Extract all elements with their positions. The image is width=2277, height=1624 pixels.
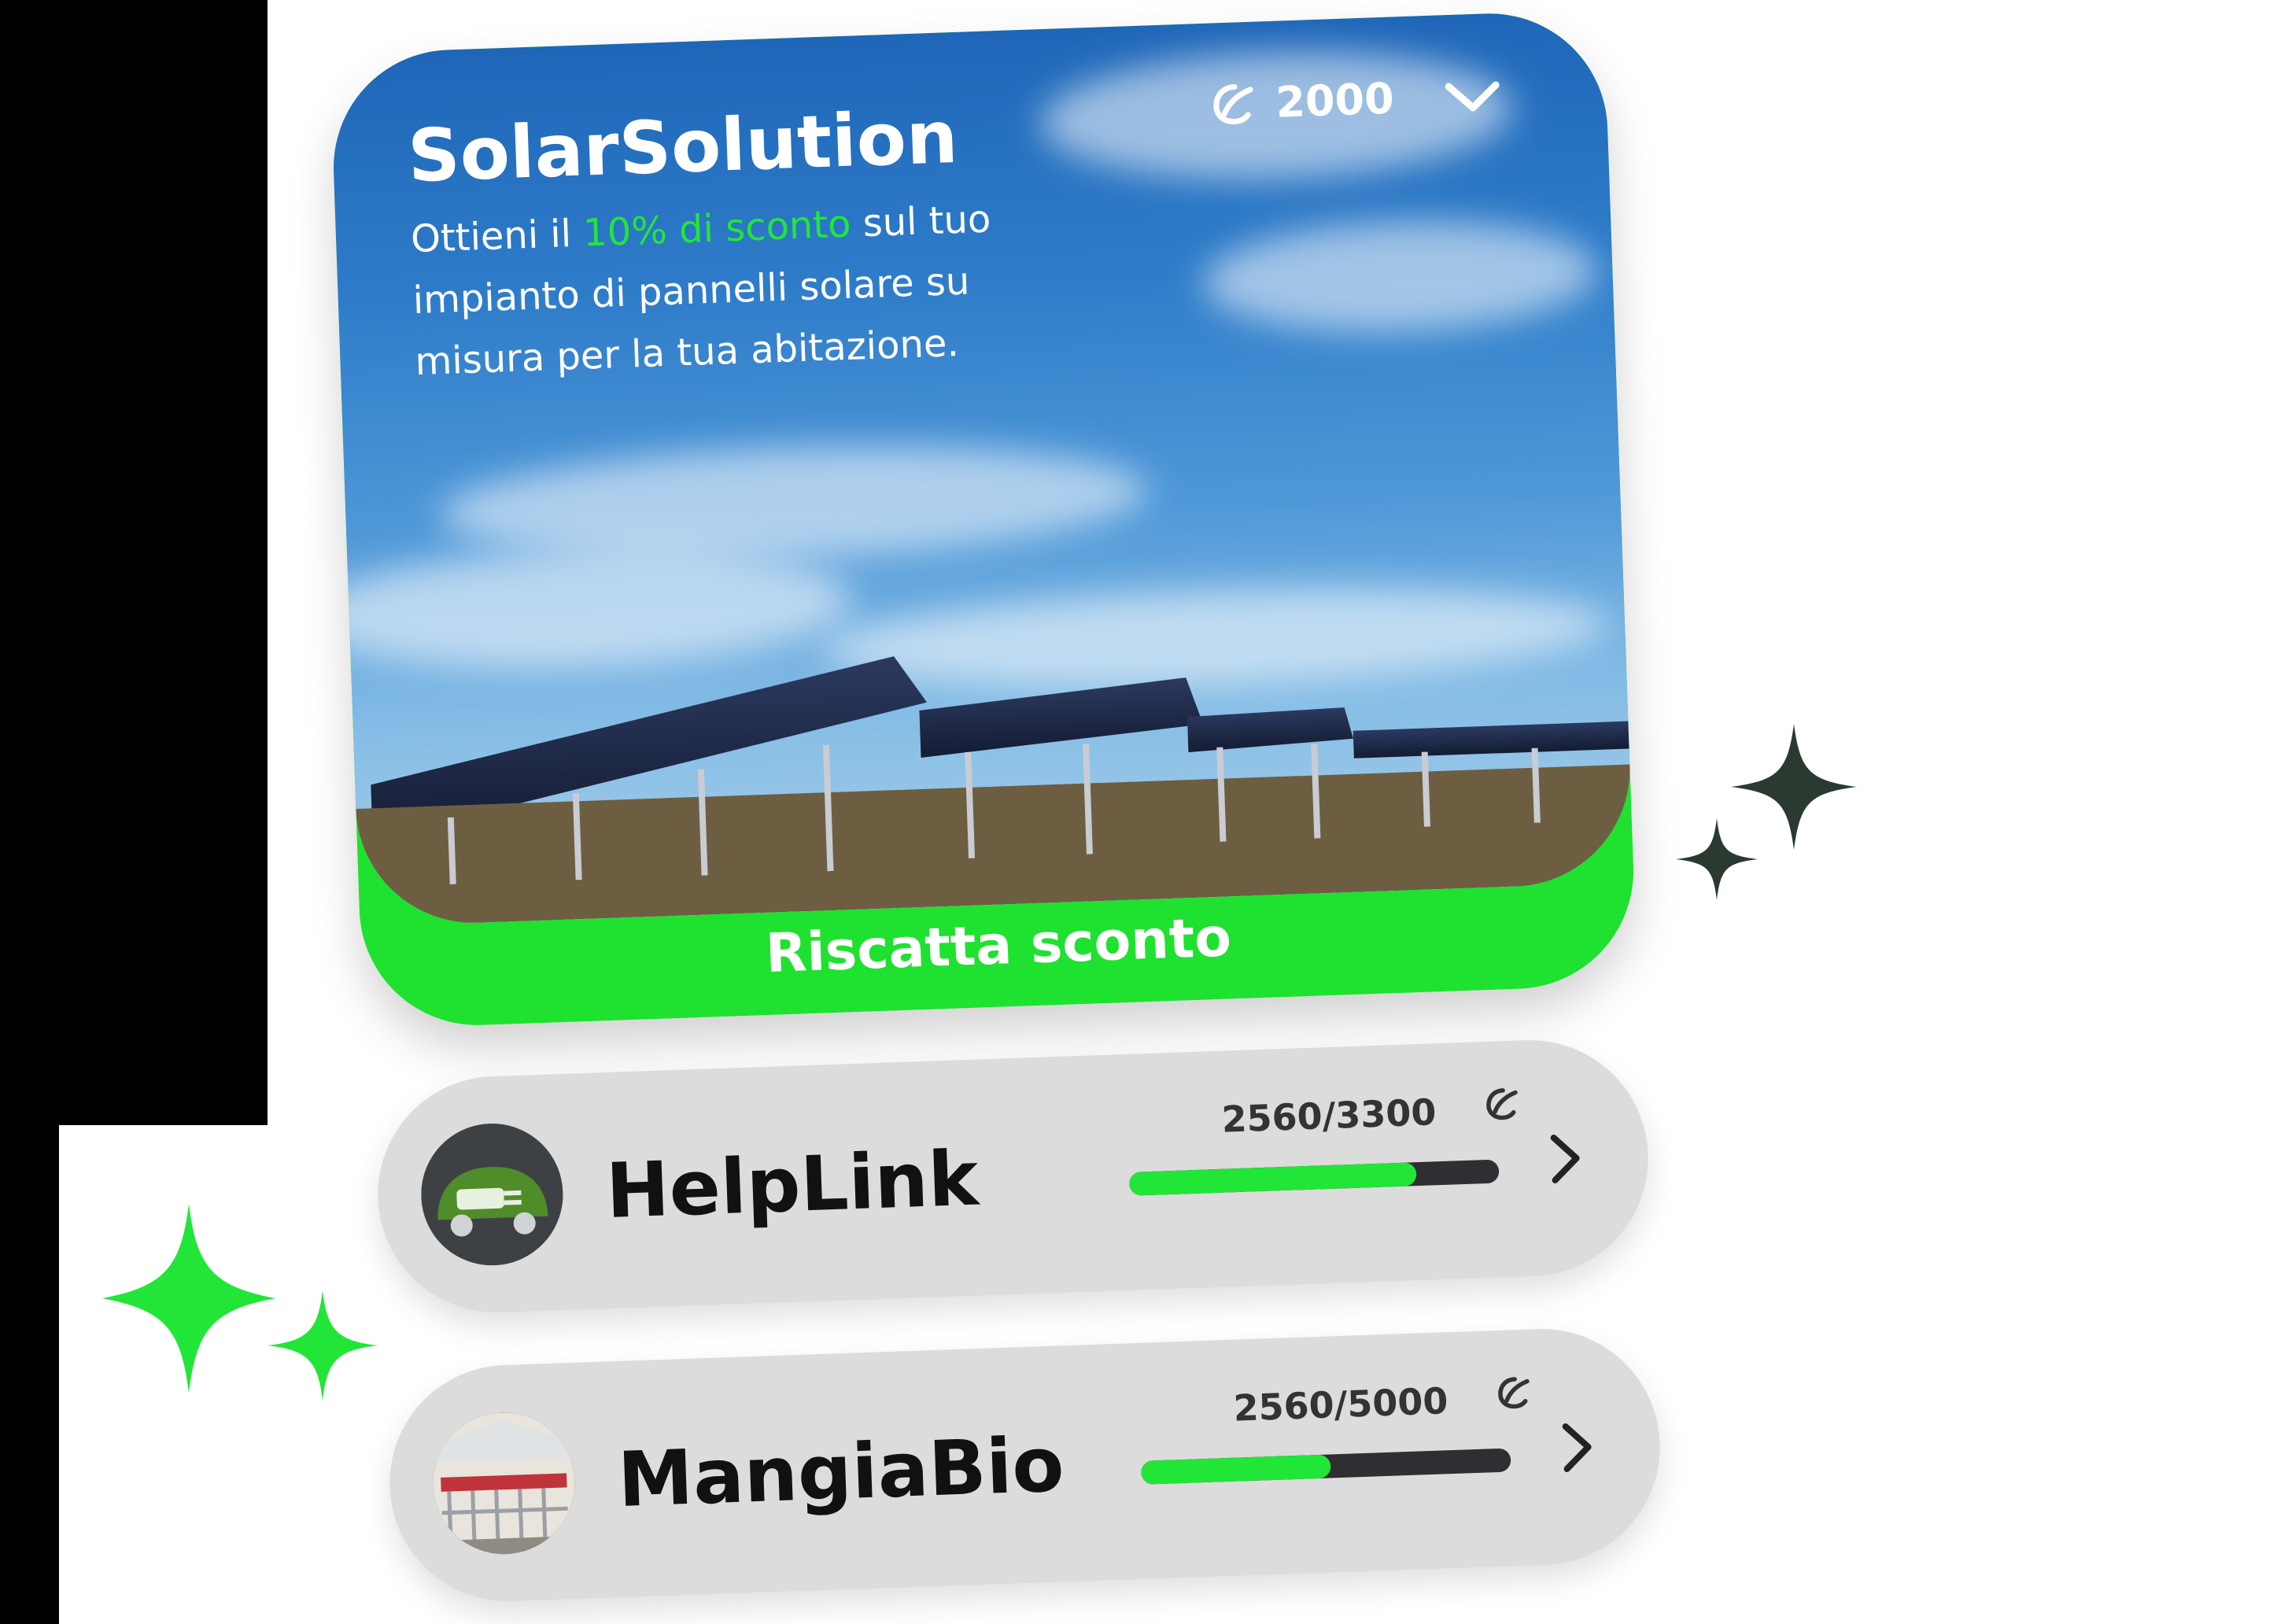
background-panel (59, 1456, 327, 1624)
leaf-coin-icon (1498, 1377, 1530, 1409)
reward-row-mangiabio[interactable]: MangiaBio 2560/5000 (386, 1324, 1664, 1606)
offer-card[interactable]: SolarSolution Ottieni il 10% di sconto s… (329, 9, 1638, 1029)
chevron-right-icon[interactable] (1552, 1417, 1602, 1478)
sparkle-icon (102, 1204, 378, 1401)
reward-name: HelpLink (604, 1134, 980, 1236)
reward-progress-bar (1140, 1448, 1511, 1485)
leaf-coin-icon (1213, 83, 1253, 124)
chevron-right-icon[interactable] (1541, 1128, 1590, 1189)
reward-progress-count: 2560/3300 (1220, 1091, 1437, 1141)
reward-progress-bar (1128, 1159, 1500, 1196)
ev-plug-car-icon (419, 1121, 566, 1268)
desc-text: Ottieni il (410, 211, 585, 262)
card-description: Ottieni il 10% di sconto sul tuo impiant… (410, 184, 1109, 393)
reward-name: MangiaBio (616, 1420, 1066, 1525)
discount-highlight: 10% di sconto (582, 201, 852, 256)
points-value: 2000 (1275, 73, 1395, 127)
progress-fill (1140, 1454, 1331, 1485)
reward-row-helplink[interactable]: HelpLink 2560/3300 (374, 1035, 1652, 1317)
leaf-coin-icon (1486, 1088, 1518, 1120)
points-balance: 2000 (1210, 73, 1395, 129)
reward-progress-count: 2560/5000 (1232, 1379, 1449, 1430)
shopping-carts-photo (430, 1410, 578, 1557)
progress-fill (1128, 1162, 1417, 1196)
sparkle-icon (1676, 724, 1857, 900)
chevron-down-icon[interactable] (1441, 72, 1505, 122)
